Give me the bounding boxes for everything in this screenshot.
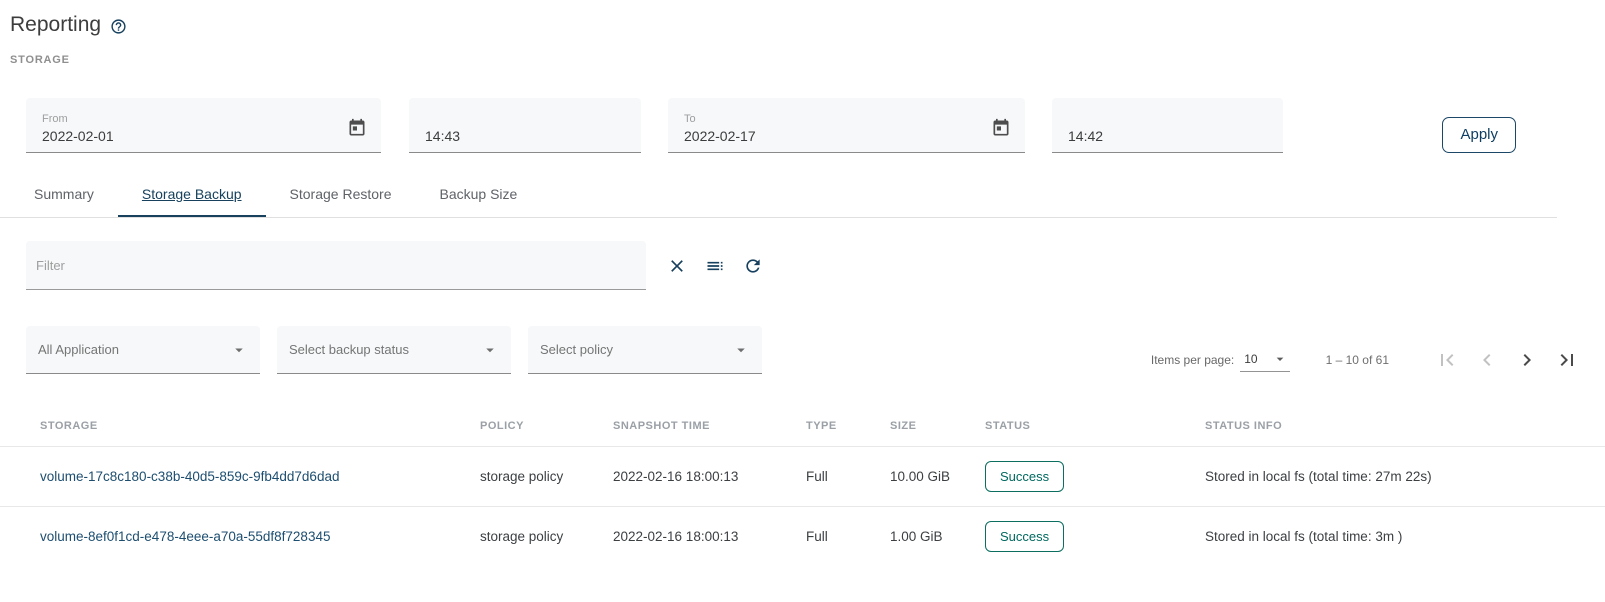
items-per-page-label: Items per page:	[1151, 353, 1234, 367]
column-header-policy: POLICY	[480, 400, 613, 447]
chevron-down-icon	[481, 341, 499, 359]
to-date-label: To	[684, 113, 981, 125]
tab-backup-size[interactable]: Backup Size	[415, 170, 541, 217]
from-date-label: From	[42, 113, 337, 125]
table-header-row: STORAGE POLICY SNAPSHOT TIME TYPE SIZE S…	[0, 400, 1605, 447]
type-cell: Full	[806, 447, 890, 507]
page-range-label: 1 – 10 of 61	[1326, 353, 1389, 367]
filter-row	[26, 241, 1605, 290]
policy-select[interactable]: Select policy	[528, 326, 762, 374]
to-time-field[interactable]	[1052, 98, 1283, 153]
filter-input-wrap[interactable]	[26, 241, 646, 290]
table-row: volume-17c8c180-c38b-40d5-859c-9fb4dd7d6…	[0, 447, 1605, 507]
next-page-icon[interactable]	[1515, 348, 1539, 372]
to-date-input[interactable]	[684, 128, 981, 144]
policy-cell: storage policy	[480, 447, 613, 507]
column-header-size: SIZE	[890, 400, 985, 447]
column-header-snapshot-time: SNAPSHOT TIME	[613, 400, 806, 447]
controls-row: All Application Select backup status Sel…	[26, 326, 1579, 374]
reporting-page: Reporting STORAGE From To Apply	[0, 0, 1605, 602]
page-title: Reporting	[10, 13, 101, 37]
backup-status-select-value: Select backup status	[289, 342, 409, 357]
refresh-icon[interactable]	[743, 256, 763, 276]
status-badge: Success	[985, 461, 1064, 492]
snapshot-time-cell: 2022-02-16 18:00:13	[613, 447, 806, 507]
chevron-down-icon	[732, 341, 750, 359]
filter-input[interactable]	[36, 258, 636, 273]
status-info-cell: Stored in local fs (total time: 3m )	[1205, 507, 1605, 567]
application-select-value: All Application	[38, 342, 119, 357]
apply-button[interactable]: Apply	[1442, 117, 1516, 153]
page-header: Reporting	[0, 0, 1605, 37]
backup-results-table: STORAGE POLICY SNAPSHOT TIME TYPE SIZE S…	[0, 400, 1605, 567]
column-header-status: STATUS	[985, 400, 1205, 447]
status-info-cell: Stored in local fs (total time: 27m 22s)	[1205, 447, 1605, 507]
column-header-status-info: STATUS INFO	[1205, 400, 1605, 447]
from-time-input[interactable]	[425, 128, 629, 144]
date-filter-row: From To Apply	[26, 98, 1579, 153]
calendar-icon[interactable]	[991, 118, 1011, 138]
tab-storage-backup[interactable]: Storage Backup	[118, 170, 266, 217]
column-header-type: TYPE	[806, 400, 890, 447]
tab-storage-restore[interactable]: Storage Restore	[266, 170, 416, 217]
to-time-input[interactable]	[1068, 128, 1271, 144]
from-date-input[interactable]	[42, 128, 337, 144]
calendar-icon[interactable]	[347, 118, 367, 138]
storage-volume-link[interactable]: volume-8ef0f1cd-e478-4eee-a70a-55df8f728…	[40, 529, 330, 544]
policy-cell: storage policy	[480, 507, 613, 567]
section-label-storage: STORAGE	[10, 54, 1605, 66]
from-time-field[interactable]	[409, 98, 641, 153]
filter-list-icon[interactable]	[705, 256, 725, 276]
paginator-nav	[1419, 348, 1579, 372]
tab-summary[interactable]: Summary	[10, 170, 118, 217]
previous-page-icon[interactable]	[1475, 348, 1499, 372]
type-cell: Full	[806, 507, 890, 567]
chevron-down-icon	[1272, 351, 1288, 367]
application-select[interactable]: All Application	[26, 326, 260, 374]
size-cell: 1.00 GiB	[890, 507, 985, 567]
clear-filter-icon[interactable]	[667, 256, 687, 276]
table-row: volume-8ef0f1cd-e478-4eee-a70a-55df8f728…	[0, 507, 1605, 567]
first-page-icon[interactable]	[1435, 348, 1459, 372]
report-tabs: Summary Storage Backup Storage Restore B…	[10, 170, 1605, 217]
backup-status-select[interactable]: Select backup status	[277, 326, 511, 374]
to-date-field[interactable]: To	[668, 98, 1025, 153]
last-page-icon[interactable]	[1555, 348, 1579, 372]
column-header-storage: STORAGE	[0, 400, 480, 447]
from-date-field[interactable]: From	[26, 98, 381, 153]
paginator: Items per page: 10 1 – 10 of 61	[1151, 348, 1579, 374]
snapshot-time-cell: 2022-02-16 18:00:13	[613, 507, 806, 567]
tabs-divider	[0, 217, 1557, 218]
items-per-page-value: 10	[1244, 352, 1257, 366]
size-cell: 10.00 GiB	[890, 447, 985, 507]
policy-select-value: Select policy	[540, 342, 613, 357]
items-per-page-select[interactable]: 10	[1240, 349, 1289, 372]
chevron-down-icon	[230, 341, 248, 359]
help-icon[interactable]	[110, 18, 127, 35]
status-badge: Success	[985, 521, 1064, 552]
storage-volume-link[interactable]: volume-17c8c180-c38b-40d5-859c-9fb4dd7d6…	[40, 469, 339, 484]
